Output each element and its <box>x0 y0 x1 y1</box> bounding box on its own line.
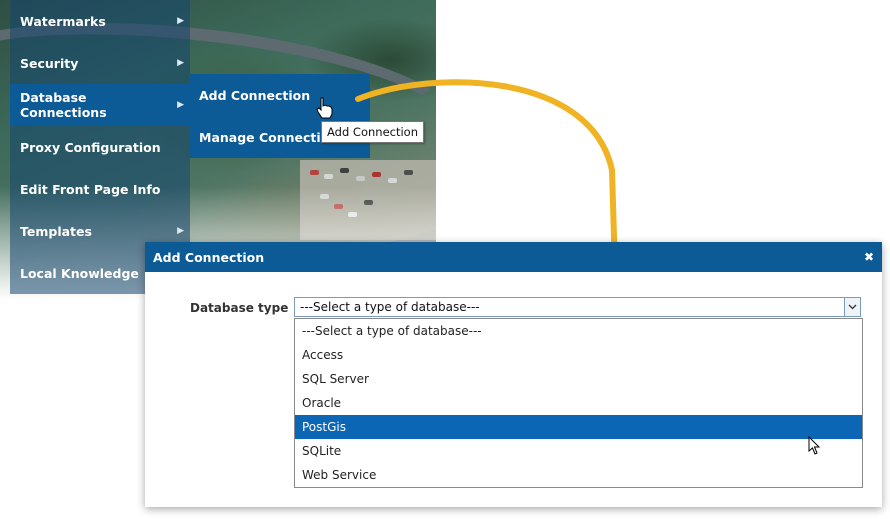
database-type-select[interactable]: ---Select a type of database--- <box>294 297 861 317</box>
dropdown-option[interactable]: SQL Server <box>295 367 862 391</box>
add-connection-dialog: Add Connection ✖ Database type ---Select… <box>145 242 882 507</box>
dropdown-option[interactable]: Oracle <box>295 391 862 415</box>
database-type-label: Database type <box>190 301 289 315</box>
close-icon[interactable]: ✖ <box>864 250 874 264</box>
dropdown-option-highlighted[interactable]: PostGis <box>295 415 862 439</box>
select-value: ---Select a type of database--- <box>300 300 480 314</box>
dropdown-option[interactable]: ---Select a type of database--- <box>295 319 862 343</box>
chevron-down-icon[interactable] <box>844 298 860 316</box>
dropdown-option[interactable]: SQLite <box>295 439 862 463</box>
dropdown-option[interactable]: Web Service <box>295 463 862 487</box>
dialog-header: Add Connection ✖ <box>145 242 882 272</box>
dialog-title: Add Connection <box>153 249 265 265</box>
dropdown-option[interactable]: Access <box>295 343 862 367</box>
database-type-dropdown-list: ---Select a type of database--- Access S… <box>294 318 863 488</box>
pointer-cursor-icon <box>808 436 821 455</box>
